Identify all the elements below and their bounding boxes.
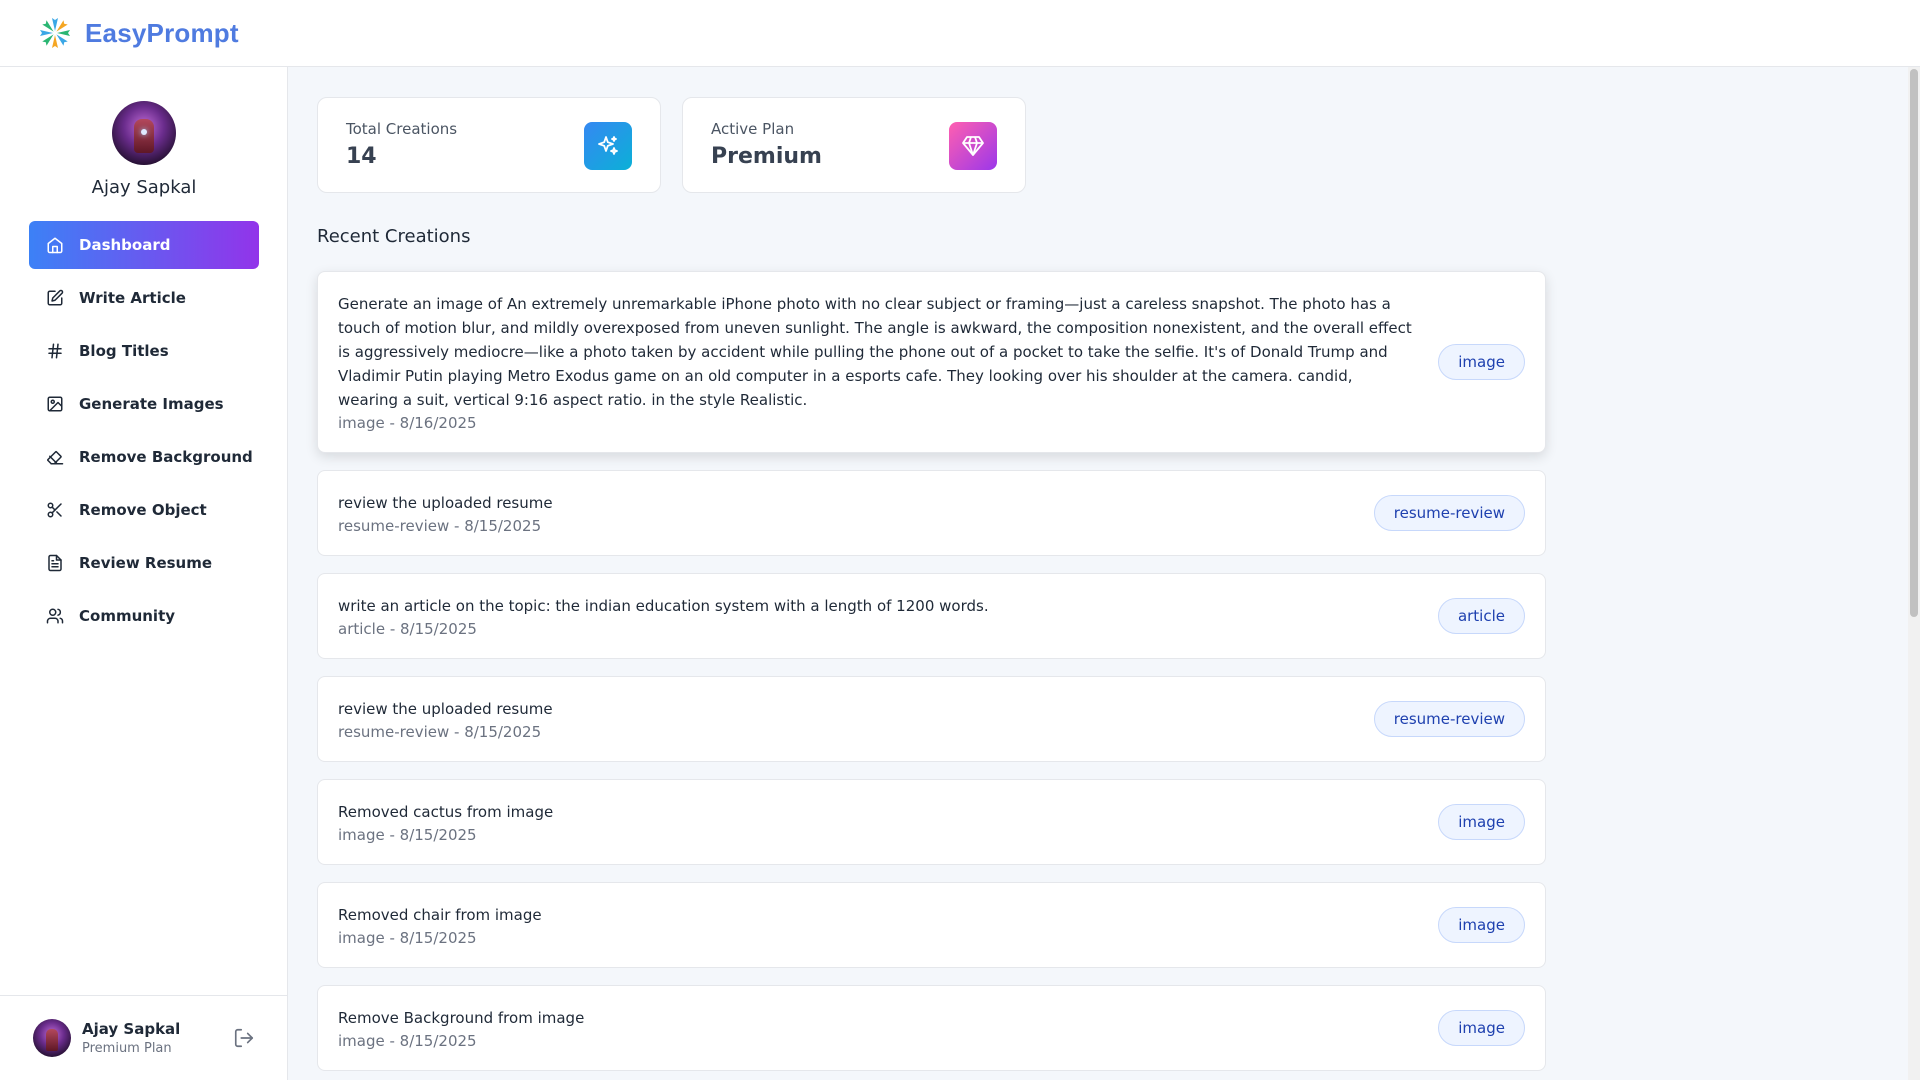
scrollbar-thumb[interactable]	[1910, 69, 1918, 617]
item-prompt: Removed chair from image	[338, 906, 542, 924]
sidebar-item-remove-object[interactable]: Remove Object	[29, 486, 259, 534]
scrollbar[interactable]	[1908, 67, 1920, 1080]
total-creations-card: Total Creations 14	[317, 97, 661, 193]
sidebar-item-label: Review Resume	[79, 554, 213, 572]
item-meta: article - 8/15/2025	[338, 620, 477, 638]
sidebar-item-label: Remove Background	[79, 448, 253, 466]
sidebar-item-label: Blog Titles	[79, 342, 169, 360]
item-meta: image - 8/15/2025	[338, 929, 477, 947]
type-badge[interactable]: image	[1438, 1010, 1525, 1046]
users-icon	[46, 608, 64, 624]
user-info: Ajay Sapkal Premium Plan	[82, 1020, 233, 1056]
item-prompt: Removed cactus from image	[338, 803, 554, 821]
sidebar-item-label: Dashboard	[79, 236, 171, 254]
image-icon	[47, 396, 63, 412]
type-badge[interactable]: resume-review	[1373, 495, 1525, 531]
logout-icon[interactable]	[233, 1027, 255, 1049]
avatar[interactable]	[33, 1019, 71, 1057]
top-bar: EasyPrompt	[0, 0, 1920, 67]
sidebar-item-review-resume[interactable]: Review Resume	[29, 539, 259, 587]
item-prompt: Generate an image of An extremely unrema…	[338, 295, 1412, 409]
list-item[interactable]: Removed cactus from image image - 8/15/2…	[317, 779, 1546, 865]
list-item[interactable]: Remove Background from image image - 8/1…	[317, 985, 1546, 1071]
item-prompt: write an article on the topic: the india…	[338, 597, 989, 615]
profile: Ajay Sapkal	[0, 101, 288, 198]
avatar[interactable]	[112, 101, 176, 165]
recent-creations-list: Generate an image of An extremely unrema…	[317, 271, 1546, 1080]
item-prompt: Remove Background from image	[338, 1009, 585, 1027]
sidebar-nav: Dashboard Write Article Blog Titles Gene…	[29, 221, 259, 645]
sidebar-item-remove-background[interactable]: Remove Background	[29, 433, 259, 481]
type-badge[interactable]: image	[1438, 804, 1525, 840]
hash-icon	[48, 343, 62, 359]
item-meta: resume-review - 8/15/2025	[338, 723, 542, 741]
sidebar-item-label: Write Article	[79, 289, 186, 307]
sidebar-item-community[interactable]: Community	[29, 592, 259, 640]
sidebar: Ajay Sapkal Dashboard Write Article Blog…	[0, 67, 288, 1080]
sidebar-item-label: Generate Images	[79, 395, 224, 413]
sidebar-item-label: Remove Object	[79, 501, 207, 519]
item-meta: image - 8/16/2025	[338, 414, 477, 432]
type-badge[interactable]: image	[1438, 907, 1525, 943]
sparkles-icon	[584, 122, 632, 170]
gem-icon	[949, 122, 997, 170]
item-prompt: review the uploaded resume	[338, 700, 553, 718]
app-name[interactable]: EasyPrompt	[85, 18, 239, 49]
main-content: Total Creations 14 Active Plan Premium R…	[289, 67, 1908, 1080]
home-icon	[47, 237, 63, 254]
profile-name: Ajay Sapkal	[91, 177, 197, 198]
type-badge[interactable]: article	[1437, 598, 1525, 634]
scissors-icon	[47, 502, 62, 518]
item-prompt: review the uploaded resume	[338, 494, 553, 512]
sidebar-item-write-article[interactable]: Write Article	[29, 274, 259, 322]
list-item[interactable]: write an article on the topic: the india…	[317, 573, 1546, 659]
list-item[interactable]: Removed chair from image image - 8/15/20…	[317, 882, 1546, 968]
type-badge[interactable]: resume-review	[1373, 701, 1525, 737]
edit-icon	[47, 289, 64, 306]
active-plan-card: Active Plan Premium	[682, 97, 1026, 193]
user-name: Ajay Sapkal	[82, 1020, 181, 1038]
list-item[interactable]: review the uploaded resume resume-review…	[317, 470, 1546, 556]
logo-icon	[40, 18, 70, 48]
sidebar-footer: Ajay Sapkal Premium Plan	[0, 995, 288, 1080]
type-badge[interactable]: image	[1438, 344, 1525, 380]
sidebar-item-blog-titles[interactable]: Blog Titles	[29, 327, 259, 375]
item-meta: image - 8/15/2025	[338, 826, 477, 844]
list-item[interactable]: review the uploaded resume resume-review…	[317, 676, 1546, 762]
sidebar-item-generate-images[interactable]: Generate Images	[29, 380, 259, 428]
section-title: Recent Creations	[317, 226, 471, 247]
list-item[interactable]: Generate an image of An extremely unrema…	[317, 271, 1546, 453]
user-plan: Premium Plan	[82, 1041, 172, 1056]
file-text-icon	[48, 554, 62, 572]
item-meta: image - 8/15/2025	[338, 1032, 477, 1050]
item-meta: resume-review - 8/15/2025	[338, 517, 542, 535]
eraser-icon	[47, 451, 64, 465]
sidebar-item-label: Community	[79, 607, 176, 625]
sidebar-item-dashboard[interactable]: Dashboard	[29, 221, 259, 269]
